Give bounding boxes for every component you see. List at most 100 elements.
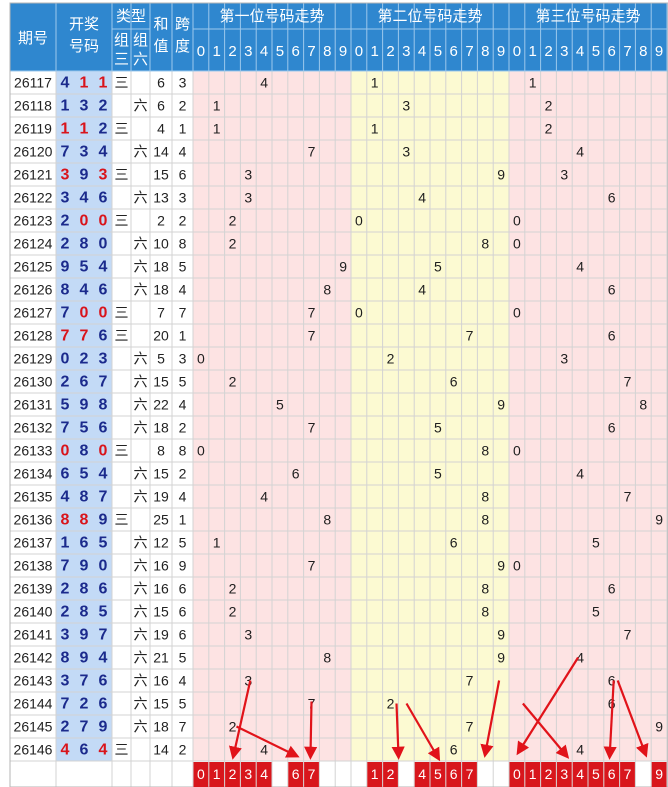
pos2-trend-mark: 8 <box>481 604 489 620</box>
draw-digit: 1 <box>80 75 89 92</box>
draw-digit: 7 <box>61 420 70 437</box>
period-cell: 26122 <box>14 190 53 206</box>
period-cell: 26125 <box>14 259 53 275</box>
header-pos1-digit-6: 6 <box>292 43 300 60</box>
pos3-prediction-digit: 6 <box>608 766 616 782</box>
sum-cell: 14 <box>153 742 169 758</box>
span-cell: 9 <box>179 558 187 574</box>
pos2-trend-mark: 5 <box>434 420 442 436</box>
draw-digit: 6 <box>99 190 108 207</box>
draw-digit: 4 <box>80 282 89 299</box>
pos1-prediction-digit: 6 <box>292 766 300 782</box>
type-cell: 三 <box>115 305 129 321</box>
draw-digit: 5 <box>99 535 108 552</box>
draw-digit: 2 <box>61 719 70 736</box>
header-pos1-digit-2: 2 <box>228 43 236 60</box>
type-cell: 六 <box>134 673 148 689</box>
draw-digit: 5 <box>80 466 89 483</box>
header-z6-line1: 组 <box>133 32 148 49</box>
pos2-trend-mark: 1 <box>371 75 379 91</box>
pos2-trend-mark: 4 <box>418 190 426 206</box>
pos1-trend-mark: 1 <box>213 535 221 551</box>
span-cell: 4 <box>179 282 187 298</box>
period-cell: 26119 <box>14 121 52 137</box>
draw-digit: 4 <box>61 742 70 759</box>
period-cell: 26118 <box>14 98 52 114</box>
period-cell: 26133 <box>14 443 53 459</box>
pos3-trend-mark: 8 <box>639 397 647 413</box>
pos2-trend-mark: 8 <box>481 512 489 528</box>
pos3-trend-mark: 3 <box>560 167 568 183</box>
span-cell: 6 <box>179 627 187 643</box>
header-sum-line2: 值 <box>153 38 168 55</box>
sum-cell: 16 <box>153 673 169 689</box>
period-cell: 26127 <box>14 305 53 321</box>
draw-digit: 7 <box>61 328 70 345</box>
header-pos3-digit-9: 9 <box>655 43 663 60</box>
pos2-prediction-digit: 1 <box>371 766 379 782</box>
pos2-trend-mark: 2 <box>387 351 395 367</box>
header-pos3-digit-5: 5 <box>592 43 600 60</box>
trend-chart: 期号开奖号码类型组三组六和值跨度第一位号码走势 第二位号码走势 第三位号码走势0 1 2… <box>9 2 668 787</box>
pos2-trend-mark: 9 <box>497 650 505 666</box>
draw-digit: 0 <box>99 305 108 322</box>
pos3-trend-mark: 6 <box>608 420 616 436</box>
pos3-trend-mark: 2 <box>545 98 553 114</box>
type-cell: 六 <box>134 236 148 252</box>
pos2-prediction-digit: 2 <box>387 766 395 782</box>
period-cell: 26138 <box>14 558 53 574</box>
draw-digit: 9 <box>80 397 89 414</box>
header-z3-line1: 组 <box>114 32 129 49</box>
pos1-trend-mark: 2 <box>229 604 237 620</box>
sum-cell: 25 <box>153 512 169 528</box>
pos2-trend-mark: 3 <box>402 144 410 160</box>
draw-digit: 7 <box>80 673 89 690</box>
pos2-trend-mark: 9 <box>497 627 505 643</box>
type-cell: 六 <box>134 351 148 367</box>
period-cell: 26123 <box>14 213 53 229</box>
sum-cell: 18 <box>153 719 169 735</box>
pos2-trend-mark: 0 <box>355 305 363 321</box>
span-cell: 6 <box>179 581 187 597</box>
header-pos1-digit-4: 4 <box>260 43 268 60</box>
header-sum-line1: 和 <box>153 16 168 33</box>
draw-digit: 0 <box>80 213 89 230</box>
draw-digit: 2 <box>99 121 108 138</box>
period-cell: 26137 <box>14 535 53 551</box>
draw-digit: 4 <box>99 650 108 667</box>
span-cell: 2 <box>179 420 187 436</box>
pos1-prediction-digit: 1 <box>213 766 221 782</box>
period-cell: 26136 <box>14 512 53 528</box>
span-cell: 3 <box>179 75 187 91</box>
header-pos1-title: 第一位号码走势 <box>219 7 324 25</box>
pos1-prediction-digit: 7 <box>308 766 316 782</box>
period-cell: 26135 <box>14 489 53 505</box>
draw-digit: 6 <box>99 420 108 437</box>
type-cell: 六 <box>134 581 148 597</box>
sum-cell: 13 <box>153 190 169 206</box>
pos3-trend-mark: 6 <box>608 328 616 344</box>
header-pos1-digit-5: 5 <box>276 43 284 60</box>
type-cell: 六 <box>134 190 148 206</box>
pos2-prediction-digit: 5 <box>434 766 442 782</box>
pos1-trend-mark: 3 <box>244 190 252 206</box>
type-cell: 六 <box>134 466 148 482</box>
draw-digit: 2 <box>80 351 89 368</box>
pos3-trend-mark: 0 <box>513 213 521 229</box>
header-period: 期号 <box>18 30 48 47</box>
span-cell: 7 <box>179 719 187 735</box>
span-cell: 5 <box>179 535 187 551</box>
pos3-trend-mark: 7 <box>624 489 632 505</box>
period-cell: 26146 <box>14 742 53 758</box>
draw-digit: 0 <box>61 351 70 368</box>
header-span-line2: 度 <box>175 38 190 55</box>
pos3-trend-mark: 4 <box>576 259 584 275</box>
header-pos3-digit-7: 7 <box>623 43 631 60</box>
draw-digit: 1 <box>61 535 70 552</box>
type-cell: 六 <box>134 420 148 436</box>
draw-digit: 2 <box>61 236 70 253</box>
sum-cell: 15 <box>153 374 169 390</box>
draw-digit: 6 <box>99 581 108 598</box>
type-cell: 六 <box>134 259 148 275</box>
span-cell: 2 <box>179 213 187 229</box>
